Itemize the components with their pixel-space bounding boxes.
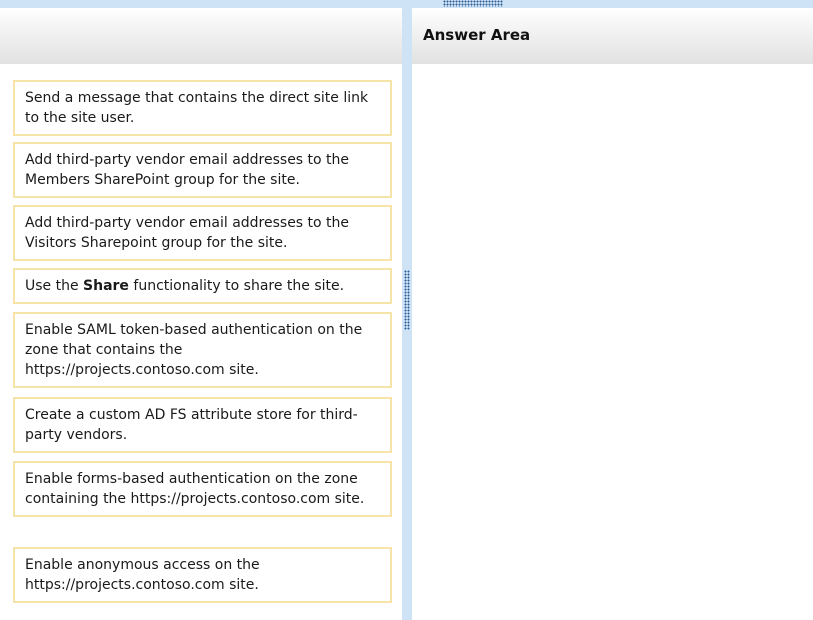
pane-splitter[interactable] bbox=[402, 8, 412, 620]
answer-drop-zone[interactable] bbox=[412, 64, 813, 620]
choice-item[interactable]: Enable anonymous access on the https://p… bbox=[13, 547, 392, 603]
answer-area-header: Answer Area bbox=[412, 8, 813, 64]
choice-text: Enable SAML token-based authentication o… bbox=[25, 322, 363, 378]
choice-text-bold: Share bbox=[83, 278, 129, 294]
choice-text: Add third-party vendor email addresses t… bbox=[25, 215, 350, 251]
choices-list: Send a message that contains the direct … bbox=[0, 64, 402, 620]
choice-text-after: functionality to share the site. bbox=[128, 278, 345, 294]
choice-text: Enable forms-based authentication on the… bbox=[25, 471, 365, 507]
top-resize-grip-icon[interactable] bbox=[443, 0, 503, 7]
choice-item[interactable]: Add third-party vendor email addresses t… bbox=[13, 205, 392, 261]
choice-item[interactable]: Add third-party vendor email addresses t… bbox=[13, 142, 392, 198]
splitter-grip-icon[interactable] bbox=[404, 270, 410, 330]
choice-text-before: Use the bbox=[25, 278, 84, 294]
choice-text: Add third-party vendor email addresses t… bbox=[25, 152, 350, 188]
choice-text: Create a custom AD FS attribute store fo… bbox=[25, 407, 358, 443]
choice-item[interactable]: Send a message that contains the direct … bbox=[13, 80, 392, 136]
choices-header bbox=[0, 8, 402, 64]
choice-text: Enable anonymous access on the https://p… bbox=[25, 557, 260, 593]
choice-item[interactable]: Enable forms-based authentication on the… bbox=[13, 461, 392, 517]
choice-item[interactable]: Create a custom AD FS attribute store fo… bbox=[13, 397, 392, 453]
top-resize-bar[interactable] bbox=[0, 0, 813, 8]
answer-area-title: Answer Area bbox=[423, 26, 531, 44]
choice-item[interactable]: Use the Share functionality to share the… bbox=[13, 268, 392, 304]
choice-text: Send a message that contains the direct … bbox=[25, 90, 369, 126]
choice-item[interactable]: Enable SAML token-based authentication o… bbox=[13, 312, 392, 388]
